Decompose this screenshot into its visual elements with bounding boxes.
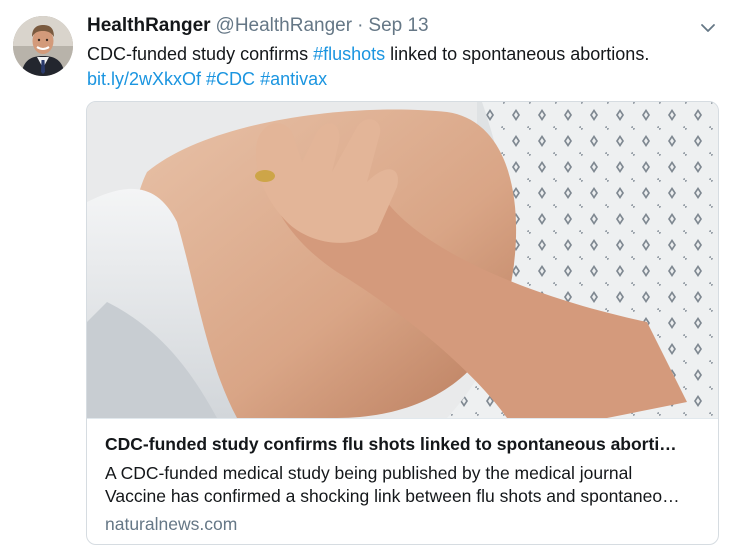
tweet-header: HealthRanger @HealthRanger · Sep 13 [87, 15, 429, 39]
short-link[interactable]: bit.ly/2wXkxOf [87, 69, 201, 89]
hashtag-flushots[interactable]: #flushots [313, 44, 385, 64]
avatar-image [13, 16, 73, 76]
user-handle[interactable]: @HealthRanger [216, 15, 353, 37]
card-description: A CDC-funded medical study being publish… [105, 462, 705, 508]
separator-dot: · [357, 15, 364, 36]
card-title: CDC-funded study confirms flu shots link… [105, 434, 677, 454]
card-image[interactable] [87, 102, 718, 418]
card-description-line2: Vaccine has confirmed a shocking link be… [105, 486, 680, 506]
card-description-line1: A CDC-funded medical study being publish… [105, 463, 633, 483]
tweet-text-rest: linked to spontaneous abortions. [385, 44, 650, 64]
card-domain: naturalnews.com [105, 514, 238, 534]
tweet-text-start: CDC-funded study confirms [87, 44, 314, 64]
tweet: HealthRanger @HealthRanger · Sep 13 CDC-… [0, 0, 733, 558]
chevron-down-icon[interactable] [699, 19, 717, 37]
avatar[interactable] [13, 16, 73, 76]
link-card[interactable]: CDC-funded study confirms flu shots link… [86, 101, 719, 545]
hashtag-antivax[interactable]: #antivax [260, 69, 327, 89]
tweet-text: CDC-funded study confirms #flushots link… [87, 42, 707, 92]
hashtag-cdc[interactable]: #CDC [206, 69, 255, 89]
user-name[interactable]: HealthRanger [87, 15, 211, 37]
tweet-date[interactable]: Sep 13 [368, 15, 428, 37]
card-body: CDC-funded study confirms flu shots link… [87, 418, 718, 544]
